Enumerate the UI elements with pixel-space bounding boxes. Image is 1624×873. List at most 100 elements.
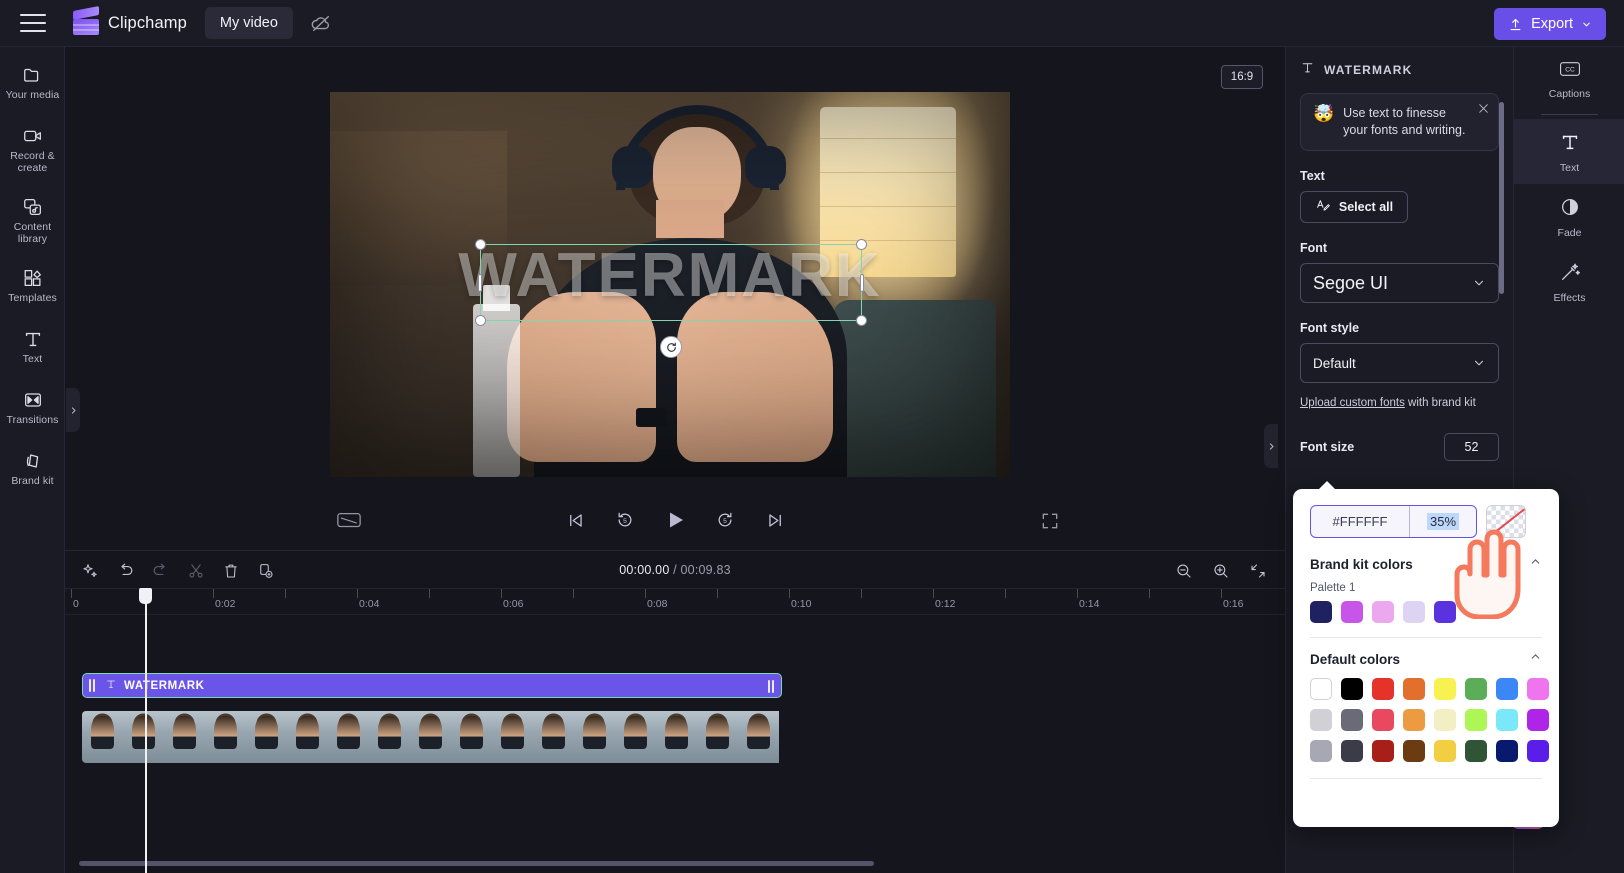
sidebar-item-content-library[interactable]: Content library — [0, 189, 65, 251]
back-5-seconds-button[interactable]: 5 — [611, 506, 639, 534]
text-section-label: Text — [1300, 169, 1499, 183]
default-color-swatch[interactable] — [1527, 678, 1549, 700]
font-select[interactable]: Segoe UI — [1300, 263, 1499, 303]
default-color-swatch[interactable] — [1465, 709, 1487, 731]
templates-icon — [22, 267, 44, 289]
brand-color-swatch[interactable] — [1372, 601, 1394, 623]
chevron-up-icon[interactable] — [1529, 555, 1542, 573]
font-size-input[interactable]: 52 — [1444, 433, 1499, 461]
undo-button[interactable] — [112, 557, 139, 584]
redo-button[interactable] — [147, 557, 174, 584]
default-color-swatch[interactable] — [1310, 709, 1332, 731]
default-colors-header[interactable]: Default colors — [1310, 650, 1542, 668]
default-color-swatch[interactable] — [1496, 740, 1518, 762]
play-button[interactable] — [661, 506, 689, 534]
hamburger-menu-icon[interactable] — [20, 14, 46, 32]
default-color-swatch[interactable] — [1310, 678, 1332, 700]
hex-color-input[interactable]: #FFFFFF — [1311, 506, 1409, 537]
aspect-ratio-button[interactable]: 16:9 — [1221, 65, 1263, 89]
skip-next-icon — [766, 511, 785, 530]
forward-5-icon: 5 — [715, 510, 735, 530]
close-icon[interactable] — [1477, 102, 1490, 120]
default-color-swatch[interactable] — [1434, 678, 1456, 700]
default-color-swatch[interactable] — [1465, 678, 1487, 700]
delete-button[interactable] — [217, 557, 244, 584]
brand-color-swatch[interactable] — [1341, 601, 1363, 623]
sidebar-item-your-media[interactable]: Your media — [0, 57, 65, 109]
default-color-swatch[interactable] — [1496, 709, 1518, 731]
fullscreen-button[interactable] — [1037, 508, 1063, 534]
skip-to-end-button[interactable] — [761, 506, 789, 534]
font-style-select[interactable]: Default — [1300, 343, 1499, 383]
zoom-in-button[interactable] — [1207, 557, 1234, 584]
project-name-field[interactable]: My video — [205, 7, 293, 39]
tab-captions[interactable]: CC Captions — [1514, 47, 1624, 110]
clip-thumbnail — [574, 711, 615, 763]
default-color-swatch[interactable] — [1403, 740, 1425, 762]
sidebar-item-templates[interactable]: Templates — [0, 260, 65, 312]
clip-thumbnail — [369, 711, 410, 763]
brand-logo[interactable]: Clipchamp — [73, 11, 187, 35]
default-color-swatch[interactable] — [1403, 678, 1425, 700]
split-button[interactable] — [182, 557, 209, 584]
magic-enhance-button[interactable] — [77, 557, 104, 584]
sidebar-item-brand-kit[interactable]: Brand kit — [0, 443, 65, 495]
default-color-swatch[interactable] — [1434, 709, 1456, 731]
clip-left-trim-handle[interactable] — [89, 679, 98, 693]
default-color-swatch[interactable] — [1341, 740, 1363, 762]
default-color-swatch[interactable] — [1310, 740, 1332, 762]
timeline-horizontal-scrollbar[interactable] — [79, 861, 874, 866]
closed-captions-icon[interactable] — [335, 508, 363, 532]
font-style-value: Default — [1313, 356, 1356, 371]
timeline-video-clip[interactable] — [82, 711, 785, 763]
export-button[interactable]: Export — [1494, 8, 1606, 40]
timeline-text-clip[interactable]: WATERMARK — [82, 673, 782, 698]
sidebar-item-record-create[interactable]: Record & create — [0, 118, 65, 180]
cloud-off-icon[interactable] — [303, 7, 339, 39]
default-color-swatch[interactable] — [1527, 709, 1549, 731]
forward-5-seconds-button[interactable]: 5 — [711, 506, 739, 534]
clip-thumbnail — [697, 711, 738, 763]
ruler-tick-label: 0:06 — [503, 598, 523, 610]
timeline-panel: 00:00.00 / 00:09.83 — [65, 550, 1285, 873]
font-size-row: Font size 52 — [1300, 433, 1499, 461]
duplicate-button[interactable] — [252, 557, 279, 584]
sidebar-item-transitions[interactable]: Transitions — [0, 382, 65, 434]
select-all-button[interactable]: Select all — [1300, 191, 1408, 223]
tab-label: Effects — [1554, 292, 1586, 304]
clip-right-trim-handle[interactable] — [768, 679, 777, 693]
skip-to-start-button[interactable] — [561, 506, 589, 534]
default-color-swatch[interactable] — [1434, 740, 1456, 762]
zoom-in-icon — [1212, 562, 1230, 580]
video-preview[interactable]: WATERMARK — [330, 92, 1010, 477]
default-color-swatch[interactable] — [1465, 740, 1487, 762]
chevron-up-icon[interactable] — [1529, 650, 1542, 668]
brand-kit-icon — [22, 450, 44, 472]
timeline-ruler[interactable]: 0 0:02 0:04 0:06 0:08 0:10 0:12 0:14 0:1… — [65, 589, 1285, 615]
tab-fade[interactable]: Fade — [1514, 184, 1624, 249]
default-color-swatch[interactable] — [1372, 740, 1394, 762]
playhead-handle[interactable] — [139, 588, 152, 604]
sidebar-item-text[interactable]: Text — [0, 321, 65, 373]
default-color-swatch[interactable] — [1341, 709, 1363, 731]
upload-custom-fonts-link[interactable]: Upload custom fonts — [1300, 397, 1405, 409]
tab-text[interactable]: Text — [1514, 119, 1624, 184]
sidebar-expand-button[interactable] — [66, 388, 80, 432]
brand-color-swatch[interactable] — [1403, 601, 1425, 623]
properties-scrollbar[interactable] — [1499, 102, 1504, 294]
scissors-icon — [187, 562, 205, 580]
properties-collapse-button[interactable] — [1264, 424, 1278, 468]
default-color-swatch[interactable] — [1527, 740, 1549, 762]
brand-color-swatch[interactable] — [1310, 601, 1332, 623]
default-color-swatch[interactable] — [1496, 678, 1518, 700]
default-color-swatch[interactable] — [1341, 678, 1363, 700]
watermark-overlay-text[interactable]: WATERMARK — [330, 240, 1010, 311]
upload-suffix: with brand kit — [1405, 397, 1476, 409]
fit-to-screen-button[interactable] — [1244, 557, 1271, 584]
default-color-swatch[interactable] — [1372, 678, 1394, 700]
clip-thumbnail — [738, 711, 779, 763]
zoom-out-button[interactable] — [1170, 557, 1197, 584]
default-color-swatch[interactable] — [1403, 709, 1425, 731]
default-color-swatch[interactable] — [1372, 709, 1394, 731]
tab-effects[interactable]: Effects — [1514, 249, 1624, 314]
